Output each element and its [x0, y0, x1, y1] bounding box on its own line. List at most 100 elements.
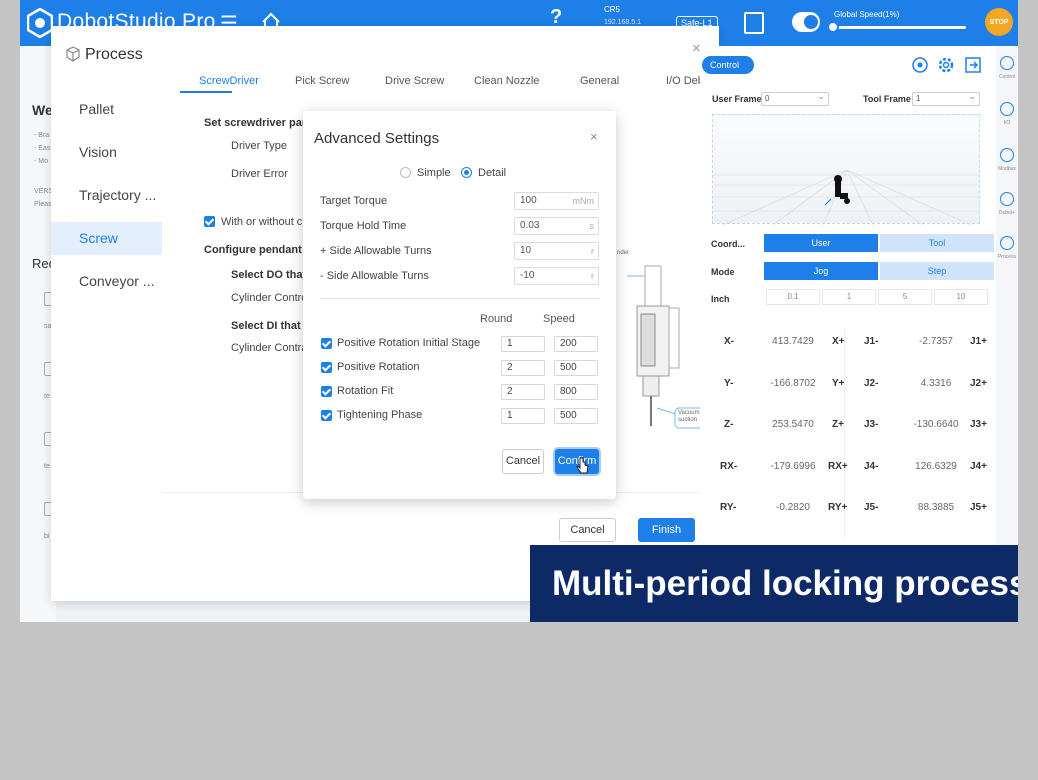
jog-j5-minus-button[interactable]: J5- [864, 502, 878, 513]
emergency-stop-button[interactable]: STOP [985, 8, 1013, 36]
jog-j2-minus-button[interactable]: J2- [864, 378, 878, 389]
inch-label: Inch [711, 294, 730, 304]
jog-x-plus-button[interactable]: X+ [832, 336, 845, 347]
advanced-settings-dialog: Advanced Settings × Simple Detail Target… [303, 111, 616, 499]
jog-j5-plus-button[interactable]: J5+ [970, 502, 987, 513]
jog-y-minus-button[interactable]: Y- [724, 378, 733, 389]
minus-side-turns-input[interactable]: -10 r [514, 267, 599, 285]
target-icon[interactable] [911, 56, 929, 74]
control-tab[interactable]: Control [702, 56, 754, 74]
bg-line: - Mo [34, 158, 48, 165]
j5-value: 88.3885 [917, 502, 955, 513]
exit-icon[interactable] [964, 56, 982, 74]
nav-item-conveyor[interactable]: Conveyor ... [51, 265, 162, 298]
mode-detail-radio[interactable] [461, 167, 472, 178]
nav-item-vision[interactable]: Vision [51, 136, 162, 169]
jog-j3-minus-button[interactable]: J3- [864, 419, 878, 430]
nav-item-screw[interactable]: Screw [51, 222, 162, 255]
stage-round-input[interactable]: 2 [501, 384, 545, 400]
rail-label[interactable]: Control [996, 74, 1018, 80]
inch-option[interactable]: 5 [878, 289, 932, 305]
section-heading: Set screwdriver para [204, 117, 313, 129]
jog-ry-minus-button[interactable]: RY- [720, 502, 736, 513]
inch-option[interactable]: 0.1 [766, 289, 820, 305]
stage-checkbox[interactable] [321, 338, 332, 349]
process-cancel-button[interactable]: Cancel [559, 518, 616, 542]
stage-checkbox[interactable] [321, 386, 332, 397]
dialog-close-icon[interactable]: × [590, 129, 598, 144]
modbus-rail-icon[interactable] [1000, 148, 1014, 162]
rail-label[interactable]: Process [996, 254, 1018, 260]
inch-option[interactable]: 10 [934, 289, 988, 305]
jog-z-minus-button[interactable]: Z- [724, 419, 733, 430]
settings-icon[interactable] [937, 56, 955, 74]
jog-j1-minus-button[interactable]: J1- [864, 336, 878, 347]
mode-step-button[interactable]: Step [880, 262, 994, 280]
process-finish-button[interactable]: Finish [638, 518, 695, 542]
control-rail-icon[interactable] [1000, 56, 1014, 70]
jog-z-plus-button[interactable]: Z+ [832, 419, 844, 430]
mode-jog-button[interactable]: Jog [764, 262, 878, 280]
tab-clean-nozzle[interactable]: Clean Nozzle [474, 75, 539, 87]
log-icon[interactable] [744, 12, 764, 34]
tool-frame-select[interactable]: 1 [912, 90, 980, 106]
nav-item-pallet[interactable]: Pallet [51, 93, 162, 126]
tab-pick-screw[interactable]: Pick Screw [295, 75, 349, 87]
jog-ry-plus-button[interactable]: RY+ [828, 502, 847, 513]
stage-speed-input[interactable]: 500 [554, 408, 598, 424]
coord-tool-button[interactable]: Tool [880, 234, 994, 252]
recent-item[interactable]: bi [44, 533, 49, 540]
stage-speed-input[interactable]: 500 [554, 360, 598, 376]
jog-rx-plus-button[interactable]: RX+ [828, 461, 848, 472]
power-toggle[interactable] [792, 12, 820, 32]
nav-item-trajectory[interactable]: Trajectory ... [51, 179, 162, 212]
rail-label[interactable]: I/O [996, 120, 1018, 126]
tab-general[interactable]: General [580, 75, 619, 87]
cylinder-control-label: Cylinder Contra [231, 342, 308, 354]
rail-label[interactable]: Modbus [996, 166, 1018, 172]
stage-speed-input[interactable]: 200 [554, 336, 598, 352]
stage-round-input[interactable]: 1 [501, 408, 545, 424]
stage-checkbox[interactable] [321, 410, 332, 421]
stage-label: Rotation Fit [337, 385, 394, 397]
user-frame-select[interactable]: 0 [761, 90, 829, 106]
rail-label[interactable]: Dobot+ [996, 210, 1018, 216]
global-speed-knob[interactable] [827, 21, 839, 33]
mode-simple-label[interactable]: Simple [417, 167, 451, 179]
recent-item[interactable]: te [44, 393, 50, 400]
jog-j2-plus-button[interactable]: J2+ [970, 378, 987, 389]
coord-user-button[interactable]: User [764, 234, 878, 252]
torque-hold-time-input[interactable]: 0.03 s [514, 217, 599, 235]
torque-hold-time-value: 0.03 [520, 220, 540, 231]
mode-detail-label[interactable]: Detail [478, 167, 506, 179]
target-torque-input[interactable]: 100 mNm [514, 192, 599, 210]
stage-speed-input[interactable]: 800 [554, 384, 598, 400]
global-speed-slider[interactable] [832, 26, 966, 29]
tab-screwdriver[interactable]: ScrewDriver [199, 75, 259, 87]
jog-j3-plus-button[interactable]: J3+ [970, 419, 987, 430]
inch-option[interactable]: 1 [822, 289, 876, 305]
stage-round-input[interactable]: 2 [501, 360, 545, 376]
process-title: Process [85, 46, 143, 63]
stage-round-input[interactable]: 1 [501, 336, 545, 352]
jog-x-minus-button[interactable]: X- [724, 336, 734, 347]
plus-side-turns-input[interactable]: 10 r [514, 242, 599, 260]
io-rail-icon[interactable] [1000, 102, 1014, 116]
jog-j1-plus-button[interactable]: J1+ [970, 336, 987, 347]
x-value: 413.7429 [772, 336, 814, 347]
plus-side-turns-label: + Side Allowable Turns [320, 245, 432, 257]
robot-3d-viewer[interactable] [712, 114, 981, 226]
jog-j4-plus-button[interactable]: J4+ [970, 461, 987, 472]
jog-y-plus-button[interactable]: Y+ [832, 378, 845, 389]
process-rail-icon[interactable] [1000, 236, 1014, 250]
jog-rx-minus-button[interactable]: RX- [720, 461, 737, 472]
dialog-cancel-button[interactable]: Cancel [502, 449, 544, 474]
recent-item[interactable]: te [44, 463, 50, 470]
with-or-without-checkbox[interactable] [204, 216, 215, 227]
jog-j4-minus-button[interactable]: J4- [864, 461, 878, 472]
mode-simple-radio[interactable] [400, 167, 411, 178]
dobot-plus-rail-icon[interactable] [1000, 192, 1014, 206]
stage-checkbox[interactable] [321, 362, 332, 373]
process-side-nav: Pallet Vision Trajectory ... Screw Conve… [51, 85, 162, 595]
tab-drive-screw[interactable]: Drive Screw [385, 75, 444, 87]
